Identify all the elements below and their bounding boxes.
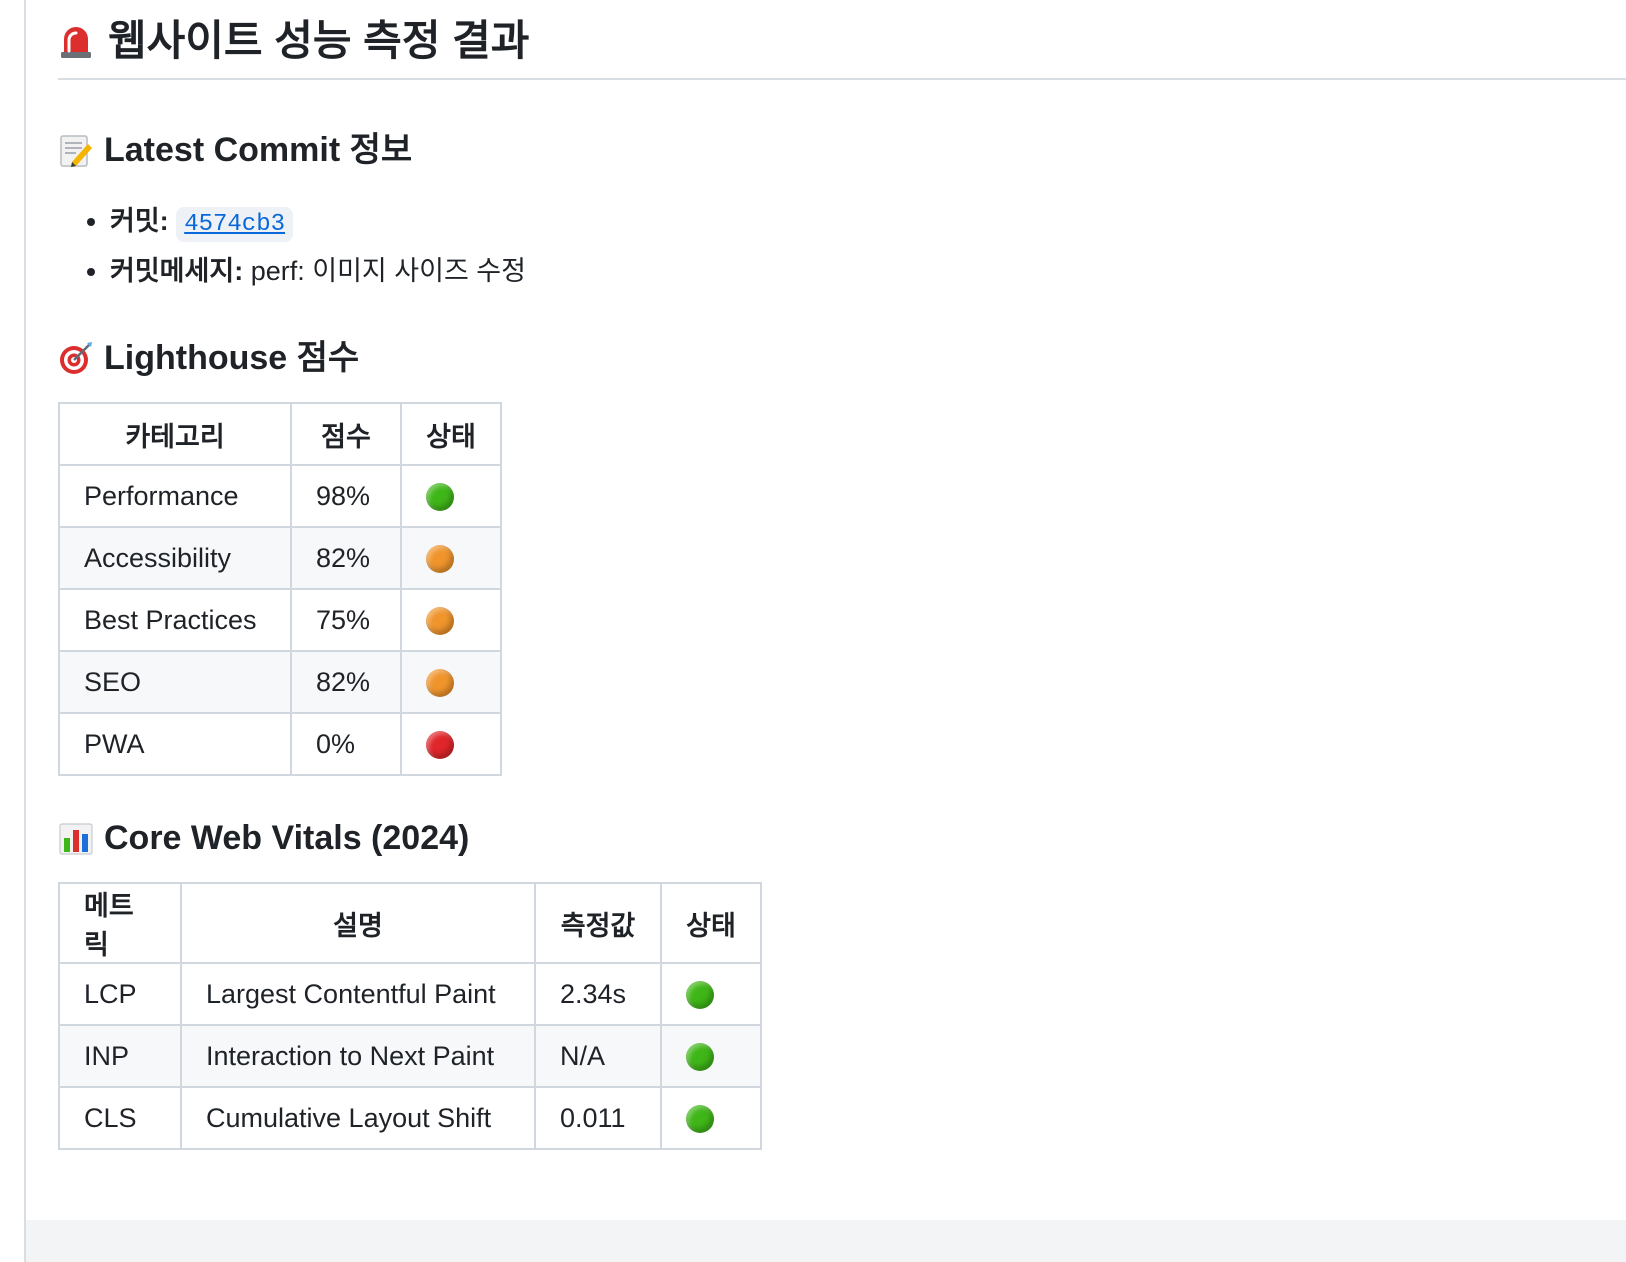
status-cell: [400, 588, 502, 652]
header-metric: 메트릭: [58, 882, 182, 964]
category-cell: Performance: [58, 464, 292, 528]
status-orange-circle-icon: [426, 669, 454, 698]
direct-hit-icon: [60, 342, 92, 374]
value-cell: N/A: [534, 1024, 662, 1088]
category-cell: Accessibility: [58, 526, 292, 590]
score-cell: 82%: [290, 526, 402, 590]
header-value: 측정값: [534, 882, 662, 964]
bar-chart-icon: [59, 823, 93, 855]
commit-hash-link[interactable]: 4574cb3: [176, 207, 294, 242]
markdown-body: 웹사이트 성능 측정 결과 Latest Commit 정보 커밋: 4574c…: [58, 0, 1626, 1150]
category-cell: Best Practices: [58, 588, 292, 652]
cwv-heading: Core Web Vitals (2024): [58, 816, 1626, 860]
status-green-circle-icon: [686, 1043, 714, 1072]
commit-message-value: perf: 이미지 사이즈 수정: [250, 256, 526, 286]
table-row: LCP Largest Contentful Paint 2.34s: [58, 962, 762, 1026]
report-page: 웹사이트 성능 측정 결과 Latest Commit 정보 커밋: 4574c…: [0, 0, 1626, 1262]
status-green-circle-icon: [686, 981, 714, 1010]
category-cell: PWA: [58, 712, 292, 776]
status-green-circle-icon: [426, 483, 454, 512]
status-green-circle-icon: [686, 1105, 714, 1134]
score-cell: 98%: [290, 464, 402, 528]
table-row: Best Practices 75%: [58, 588, 502, 652]
lighthouse-heading-text: Lighthouse 점수: [104, 339, 360, 377]
category-cell: SEO: [58, 650, 292, 714]
status-cell: [400, 464, 502, 528]
bottom-scroll-area: [26, 1220, 1626, 1262]
header-category: 카테고리: [58, 402, 292, 466]
score-cell: 0%: [290, 712, 402, 776]
score-cell: 82%: [290, 650, 402, 714]
description-cell: Cumulative Layout Shift: [180, 1086, 536, 1150]
header-score: 점수: [290, 402, 402, 466]
description-cell: Interaction to Next Paint: [180, 1024, 536, 1088]
cwv-table: 메트릭 설명 측정값 상태 LCP Largest Contentful Pai…: [58, 882, 762, 1150]
page-title-text: 웹사이트 성능 측정 결과: [108, 17, 530, 64]
table-row: PWA 0%: [58, 712, 502, 776]
metric-cell: LCP: [58, 962, 182, 1026]
commit-heading: Latest Commit 정보: [58, 128, 1626, 172]
metric-cell: INP: [58, 1024, 182, 1088]
status-cell: [400, 650, 502, 714]
lighthouse-header-row: 카테고리 점수 상태: [58, 402, 502, 466]
commit-message-item: 커밋메세지: perf: 이미지 사이즈 수정: [110, 248, 1626, 294]
header-description: 설명: [180, 882, 536, 964]
commit-hash-item: 커밋: 4574cb3: [110, 198, 1626, 248]
value-cell: 0.011: [534, 1086, 662, 1150]
cwv-header-row: 메트릭 설명 측정값 상태: [58, 882, 762, 964]
table-row: Performance 98%: [58, 464, 502, 528]
lighthouse-heading: Lighthouse 점수: [58, 336, 1626, 380]
table-row: SEO 82%: [58, 650, 502, 714]
lighthouse-table: 카테고리 점수 상태 Performance 98% Accessibility…: [58, 402, 502, 776]
page-title: 웹사이트 성능 측정 결과: [58, 0, 1626, 80]
commit-label: 커밋:: [110, 206, 169, 236]
status-orange-circle-icon: [426, 545, 454, 574]
rotating-light-icon: [61, 27, 91, 58]
table-row: INP Interaction to Next Paint N/A: [58, 1024, 762, 1088]
score-cell: 75%: [290, 588, 402, 652]
status-cell: [400, 712, 502, 776]
table-row: CLS Cumulative Layout Shift 0.011: [58, 1086, 762, 1150]
memo-icon: [60, 135, 92, 167]
commit-info-list: 커밋: 4574cb3 커밋메세지: perf: 이미지 사이즈 수정: [58, 198, 1626, 294]
commit-heading-text: Latest Commit 정보: [104, 131, 413, 169]
status-cell: [660, 1086, 762, 1150]
value-cell: 2.34s: [534, 962, 662, 1026]
status-cell: [400, 526, 502, 590]
table-row: Accessibility 82%: [58, 526, 502, 590]
status-cell: [660, 962, 762, 1026]
cwv-heading-text: Core Web Vitals (2024): [104, 819, 470, 857]
left-border: [24, 0, 26, 1262]
description-cell: Largest Contentful Paint: [180, 962, 536, 1026]
status-red-circle-icon: [426, 731, 454, 760]
header-status: 상태: [400, 402, 502, 466]
status-orange-circle-icon: [426, 607, 454, 636]
status-cell: [660, 1024, 762, 1088]
commit-message-label: 커밋메세지:: [110, 256, 244, 286]
metric-cell: CLS: [58, 1086, 182, 1150]
header-status: 상태: [660, 882, 762, 964]
